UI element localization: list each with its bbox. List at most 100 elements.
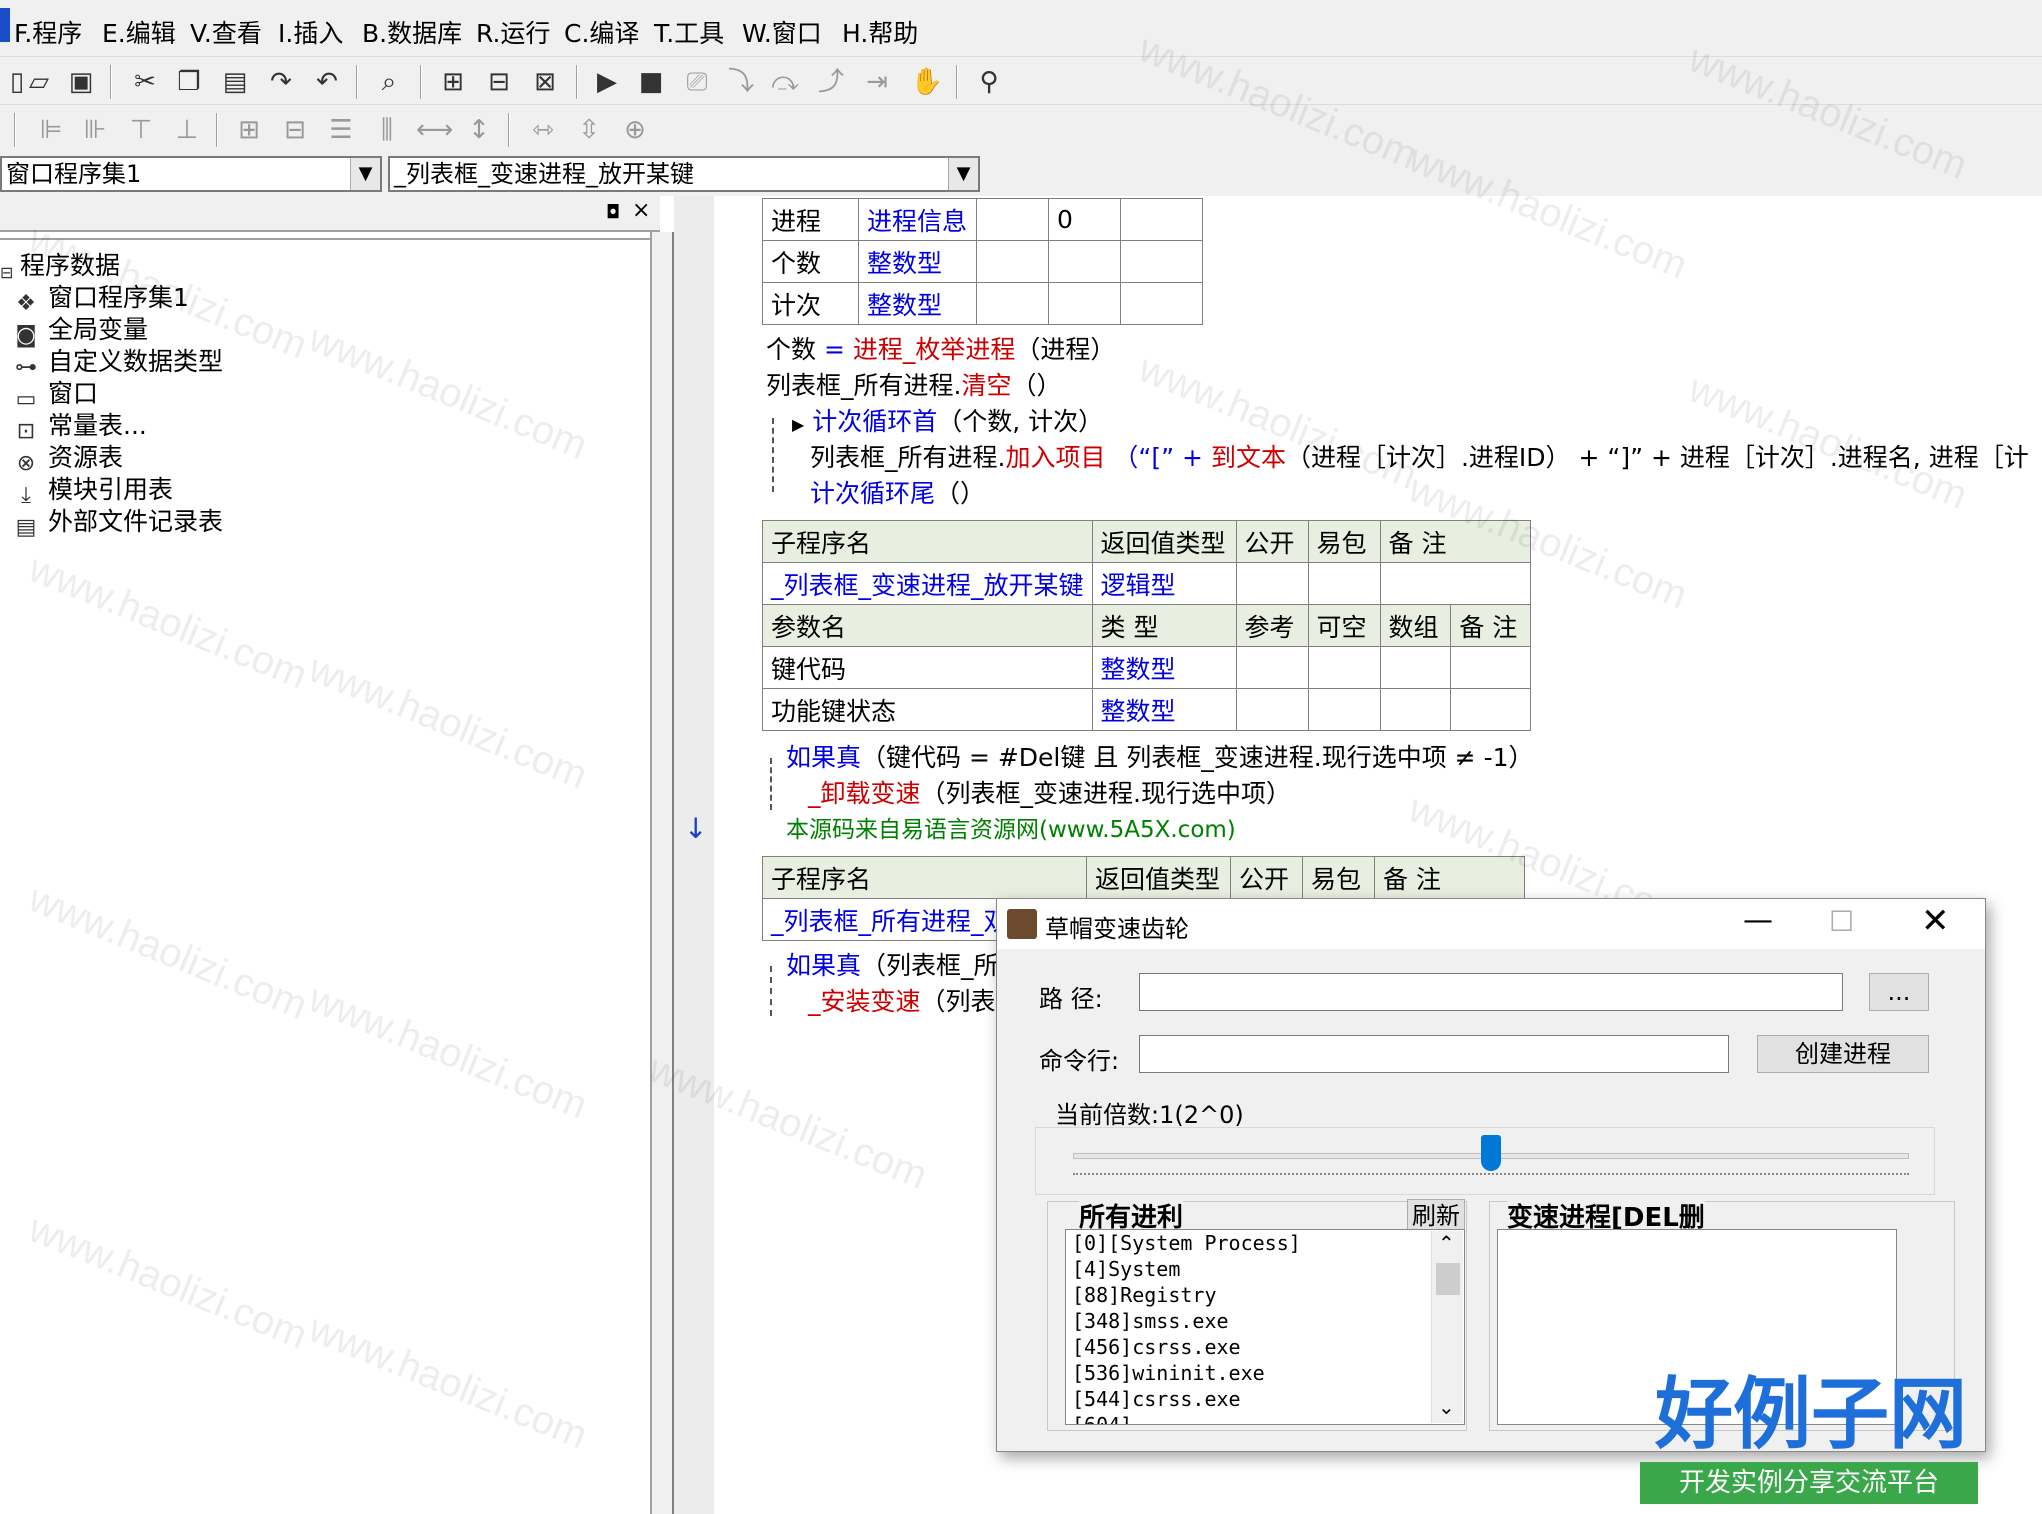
align-top-icon[interactable]: ⊤ — [124, 113, 158, 147]
menu-edit[interactable]: E.编辑 — [102, 14, 176, 50]
code-line[interactable]: 列表框_所有进程.清空（） — [766, 366, 1061, 402]
tree-item-external[interactable]: ▤ 外部文件记录表 — [12, 502, 223, 541]
subroutine-select[interactable]: _列表框_变速进程_放开某键 ▼ — [388, 156, 980, 192]
speed-slider-thumb[interactable] — [1481, 1135, 1501, 1171]
browse-button[interactable]: ... — [1869, 973, 1929, 1011]
list-item[interactable]: [456]csrss.exe — [1066, 1334, 1464, 1360]
space-h-icon[interactable]: ⟷ — [416, 113, 453, 147]
chevron-up-icon[interactable]: ⌃ — [1438, 1231, 1455, 1255]
run-icon[interactable]: ▶ — [590, 65, 624, 99]
table-row: 功能键状态 整数型 — [762, 688, 1531, 731]
menu-tools[interactable]: T.工具 — [654, 14, 724, 50]
list-item[interactable]: [4]System — [1066, 1256, 1464, 1282]
close-icon[interactable]: × — [632, 198, 654, 223]
gutter-arrow-icon: ↓ — [684, 812, 708, 845]
height-icon[interactable]: ⇳ — [572, 113, 606, 147]
subroutine-select-value: _列表框_变速进程_放开某键 — [394, 160, 694, 188]
menu-view[interactable]: V.查看 — [190, 14, 262, 50]
code-line[interactable]: 如果真（键代码 = #Del键 且 列表框_变速进程.现行选中项 ≠ -1） — [786, 738, 1534, 774]
pane-splitter[interactable] — [650, 232, 674, 1514]
align-left-icon[interactable]: ⊫ — [34, 113, 68, 147]
cmd-label: 命令行: — [1039, 1047, 1120, 1075]
list-item[interactable]: [604]... — [1066, 1412, 1464, 1424]
menu-compile[interactable]: C.编译 — [564, 14, 639, 50]
step-out-icon[interactable]: ⤴ — [814, 65, 848, 99]
scrollbar-thumb[interactable] — [1436, 1263, 1460, 1295]
align-right-icon[interactable]: ⊪ — [78, 113, 112, 147]
code-line[interactable]: _卸载变速（列表框_变速进程.现行选中项） — [808, 774, 1291, 810]
table-row: 键代码 整数型 — [762, 646, 1531, 689]
menu-program[interactable]: F.程序 — [14, 14, 82, 50]
step-over-icon[interactable]: ⤼ — [768, 65, 802, 99]
cut-icon[interactable]: ✂ — [128, 65, 162, 99]
collapse-icon[interactable]: ⊟ — [0, 263, 13, 289]
dialog-titlebar[interactable]: 草帽变速齿轮 — ☐ ✕ — [997, 899, 1985, 949]
list-item[interactable]: [88]Registry — [1066, 1282, 1464, 1308]
table-row: 计次 整数型 — [762, 282, 1203, 325]
redo-icon[interactable]: ↷ — [264, 65, 298, 99]
menu-database[interactable]: B.数据库 — [362, 14, 462, 50]
code-line[interactable]: 如果真（列表框_所 — [786, 946, 999, 982]
center-h-icon[interactable]: ⊞ — [232, 113, 266, 147]
align-bottom-icon[interactable]: ⊥ — [170, 113, 204, 147]
stop-icon[interactable]: ■ — [634, 65, 668, 99]
list-item[interactable]: [348]smss.exe — [1066, 1308, 1464, 1334]
chevron-down-icon[interactable]: ▼ — [350, 158, 380, 190]
assembly-select[interactable]: 窗口程序集1 ▼ — [0, 156, 382, 192]
chevron-down-icon[interactable]: ▼ — [948, 158, 978, 190]
save-icon[interactable]: ▣ — [64, 65, 98, 99]
size-icon[interactable]: ⊕ — [618, 113, 652, 147]
list-item[interactable]: [536]wininit.exe — [1066, 1360, 1464, 1386]
undo-icon[interactable]: ↶ — [310, 65, 344, 99]
space-v-icon[interactable]: ↕ — [462, 113, 496, 147]
close-icon[interactable]: ✕ — [1921, 901, 1950, 941]
copy-icon[interactable]: ❐ — [172, 65, 206, 99]
speed-label: 当前倍数:1(2^0) — [1055, 1101, 1244, 1129]
create-process-button[interactable]: 创建进程 — [1757, 1035, 1929, 1073]
menu-help[interactable]: H.帮助 — [842, 14, 918, 50]
paste-icon[interactable]: ▤ — [218, 65, 252, 99]
table-row: 子程序名 返回值类型 公开 易包 备 注 — [762, 856, 1525, 899]
layout-b-icon[interactable]: ⊟ — [482, 65, 516, 99]
layout-c-icon[interactable]: ⊠ — [528, 65, 562, 99]
path-label: 路 径: — [1039, 985, 1103, 1013]
run-to-cursor-icon[interactable]: ⇥ — [860, 65, 894, 99]
maximize-icon[interactable]: ☐ — [1829, 905, 1854, 938]
path-input[interactable] — [1139, 973, 1843, 1011]
align-toolbar: ⊫ ⊪ ⊤ ⊥ ⊞ ⊟ ☰ ⫼ ⟷ ↕ ⇿ ⇳ ⊕ — [0, 104, 2042, 152]
center-v-icon[interactable]: ⊟ — [278, 113, 312, 147]
comment-line[interactable]: 本源码来自易语言资源网(www.5A5X.com) — [786, 810, 1236, 844]
open-folder-icon[interactable]: ▱ — [22, 65, 56, 99]
site-logo: 好例子网 开发实例分享交流平台 — [1640, 1370, 1982, 1508]
code-line[interactable]: _安装变速（列表框 — [808, 982, 1021, 1018]
hand-icon[interactable]: ✋ — [910, 65, 944, 99]
binoculars-icon[interactable]: ⚲ — [972, 65, 1006, 99]
code-line[interactable]: ▶ 计次循环首（个数, 计次） — [792, 402, 1103, 438]
width-icon[interactable]: ⇿ — [526, 113, 560, 147]
restore-icon[interactable]: ◘ — [606, 202, 626, 223]
menu-insert[interactable]: I.插入 — [278, 14, 343, 50]
list-item[interactable]: [544]csrss.exe — [1066, 1386, 1464, 1412]
menu-window[interactable]: W.窗口 — [742, 14, 822, 50]
find-icon[interactable]: ⌕ — [372, 65, 406, 99]
code-line[interactable]: 列表框_所有进程.加入项目 （“[” + 到文本（进程［计次］.进程ID） + … — [810, 438, 2029, 474]
slider-ticks — [1073, 1173, 1909, 1183]
cmd-input[interactable] — [1139, 1035, 1729, 1073]
if-guide — [770, 758, 772, 810]
all-processes-list[interactable]: [0][System Process] [4]System [88]Registry… — [1065, 1229, 1465, 1425]
code-line[interactable]: 个数 = 进程_枚举进程（进程） — [766, 330, 1115, 366]
code-line[interactable]: 计次循环尾（） — [810, 474, 985, 510]
list-scrollbar[interactable]: ⌃ ⌄ — [1431, 1231, 1463, 1423]
step-into-icon[interactable]: ⤵ — [724, 65, 758, 99]
subroutine-table: 子程序名 返回值类型 公开 易包 备 注 _列表框_变速进程_放开某键 逻辑型 … — [762, 520, 1531, 731]
same-height-icon[interactable]: ⫼ — [370, 113, 404, 147]
menu-run[interactable]: R.运行 — [476, 14, 550, 50]
step-icon[interactable]: ⎚ — [680, 65, 714, 99]
list-item[interactable]: [0][System Process] — [1066, 1230, 1464, 1256]
layout-a-icon[interactable]: ⊞ — [436, 65, 470, 99]
program-tree-pane — [0, 196, 660, 1514]
refresh-button[interactable]: 刷新 — [1407, 1199, 1465, 1233]
same-width-icon[interactable]: ☰ — [324, 113, 358, 147]
minimize-icon[interactable]: — — [1743, 903, 1773, 938]
chevron-down-icon[interactable]: ⌄ — [1438, 1395, 1455, 1419]
